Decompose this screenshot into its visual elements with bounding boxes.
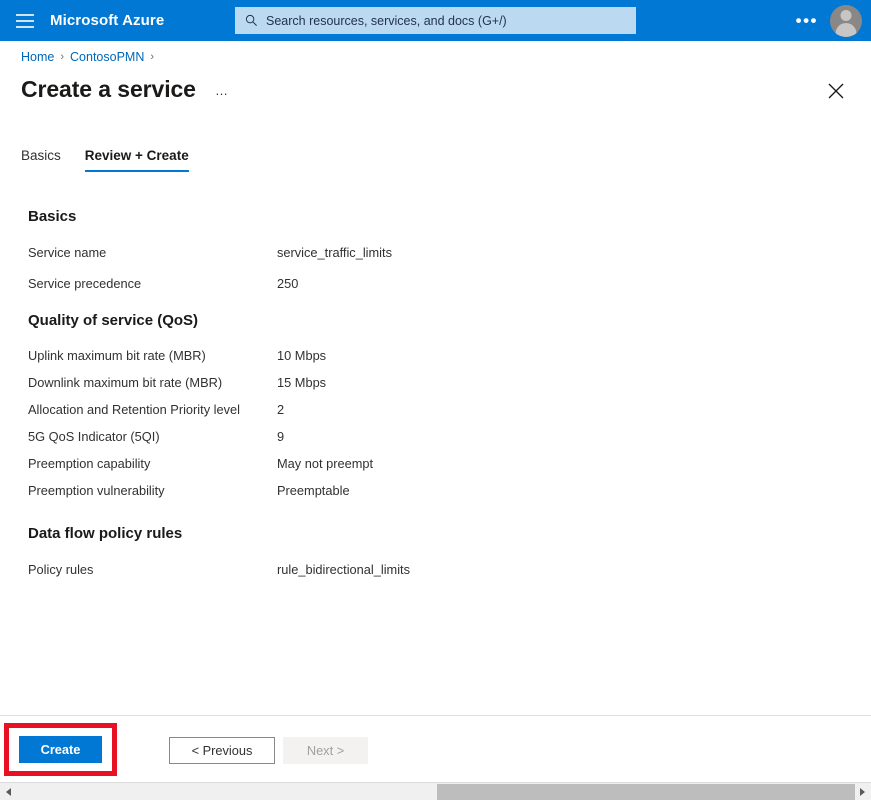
field-value-service-precedence: 250: [277, 276, 298, 291]
azure-top-bar: Microsoft Azure Search resources, servic…: [0, 0, 871, 41]
scroll-right-arrow-icon[interactable]: [854, 783, 871, 800]
azure-brand-label[interactable]: Microsoft Azure: [50, 12, 164, 29]
field-label-arp-level: Allocation and Retention Priority level: [28, 402, 240, 417]
avatar-body-shape: [836, 23, 857, 37]
create-button[interactable]: Create: [19, 736, 102, 763]
field-value-downlink-mbr: 15 Mbps: [277, 375, 326, 390]
global-search-box[interactable]: Search resources, services, and docs (G+…: [235, 7, 636, 34]
field-value-5qi: 9: [277, 429, 284, 444]
field-label-preemption-vulnerability: Preemption vulnerability: [28, 483, 165, 498]
horizontal-scrollbar[interactable]: [0, 782, 871, 800]
field-label-policy-rules: Policy rules: [28, 562, 93, 577]
section-heading-qos: Quality of service (QoS): [28, 312, 198, 329]
field-value-preemption-capability: May not preempt: [277, 456, 373, 471]
field-value-policy-rules: rule_bidirectional_limits: [277, 562, 410, 577]
review-row: Uplink maximum bit rate (MBR) 10 Mbps: [0, 348, 700, 368]
review-row: Service name service_traffic_limits: [0, 245, 700, 265]
field-label-service-name: Service name: [28, 245, 106, 260]
close-icon[interactable]: [826, 81, 846, 101]
horizontal-scrollbar-thumb[interactable]: [437, 784, 855, 800]
review-row: Service precedence 250: [0, 276, 700, 296]
field-label-downlink-mbr: Downlink maximum bit rate (MBR): [28, 375, 222, 390]
avatar-head-shape: [841, 10, 852, 21]
tab-basics[interactable]: Basics: [21, 148, 61, 172]
global-search-placeholder: Search resources, services, and docs (G+…: [266, 14, 507, 28]
field-value-service-name: service_traffic_limits: [277, 245, 392, 260]
review-row: Downlink maximum bit rate (MBR) 15 Mbps: [0, 375, 700, 395]
search-icon: [245, 14, 258, 27]
top-bar-more-icon[interactable]: •••: [790, 12, 824, 29]
breadcrumb-item-home[interactable]: Home: [21, 50, 54, 64]
field-value-arp-level: 2: [277, 402, 284, 417]
field-label-5qi: 5G QoS Indicator (5QI): [28, 429, 160, 444]
breadcrumb-separator-2: ›: [150, 51, 154, 63]
breadcrumb-item-contosopmn[interactable]: ContosoPMN: [70, 50, 144, 64]
page-title: Create a service: [21, 76, 196, 103]
breadcrumb-separator: ›: [60, 51, 64, 63]
scroll-left-arrow-icon[interactable]: [0, 783, 17, 800]
user-avatar-icon[interactable]: [830, 5, 862, 37]
page-more-menu-icon[interactable]: …: [215, 84, 229, 97]
review-row: Allocation and Retention Priority level …: [0, 402, 700, 422]
wizard-tabs: Basics Review + Create: [21, 148, 189, 172]
field-label-uplink-mbr: Uplink maximum bit rate (MBR): [28, 348, 206, 363]
next-button: Next >: [283, 737, 368, 764]
top-bar-actions: •••: [790, 0, 871, 41]
section-heading-basics: Basics: [28, 208, 76, 225]
breadcrumb: Home › ContosoPMN ›: [21, 50, 154, 64]
tab-review-create[interactable]: Review + Create: [85, 148, 189, 172]
hamburger-icon[interactable]: [16, 14, 34, 28]
footer-divider: [0, 715, 871, 716]
field-value-uplink-mbr: 10 Mbps: [277, 348, 326, 363]
review-row: Policy rules rule_bidirectional_limits: [0, 562, 700, 582]
review-row: Preemption capability May not preempt: [0, 456, 700, 476]
field-label-service-precedence: Service precedence: [28, 276, 141, 291]
review-row: Preemption vulnerability Preemptable: [0, 483, 700, 503]
field-value-preemption-vulnerability: Preemptable: [277, 483, 350, 498]
field-label-preemption-capability: Preemption capability: [28, 456, 150, 471]
previous-button[interactable]: < Previous: [169, 737, 275, 764]
section-heading-data-flow-policy-rules: Data flow policy rules: [28, 525, 182, 542]
review-row: 5G QoS Indicator (5QI) 9: [0, 429, 700, 449]
